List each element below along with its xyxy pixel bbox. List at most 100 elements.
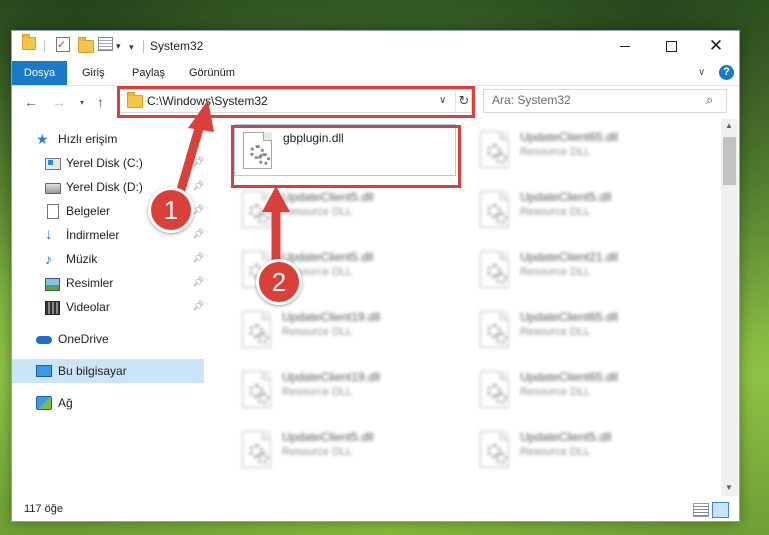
file-tile[interactable]: UpdateClient5.dll Resource DLL [234, 424, 454, 474]
minimize-icon [620, 45, 630, 47]
tab-view[interactable]: Görünüm [189, 61, 235, 85]
status-bar: 117 öğe [12, 498, 739, 521]
computer-icon [36, 364, 52, 378]
file-name: UpdateClient65.dll [520, 130, 619, 144]
expand-ribbon-icon[interactable]: ∨ [698, 67, 705, 78]
dll-file-icon [240, 311, 272, 348]
file-tile[interactable]: UpdateClient65.dll Resource DLL [472, 364, 692, 414]
step-2-badge: 2 [256, 259, 302, 305]
file-tile[interactable]: UpdateClient21.dll Resource DLL [472, 244, 692, 294]
sidebar-item-label: Belgeler [66, 204, 111, 218]
window-title: System32 [150, 39, 204, 53]
file-tile[interactable]: UpdateClient5.dll Resource DLL [472, 184, 692, 234]
sidebar-item-pictures[interactable]: Resimler 📌︎ [12, 271, 205, 295]
navigation-pane: ★ Hızlı erişim Yerel Disk (C:) 📌︎ Yerel … [12, 119, 205, 496]
search-icon[interactable]: ⌕ [706, 92, 713, 108]
dll-file-icon [478, 311, 510, 348]
file-tile[interactable]: UpdateClient19.dll Resource DLL [234, 364, 454, 414]
file-name: UpdateClient21.dll [520, 250, 619, 264]
maximize-icon [665, 40, 677, 52]
file-type: Resource DLL [520, 146, 591, 158]
sidebar-item-label: Ağ [58, 396, 73, 410]
file-name: UpdateClient65.dll [520, 310, 619, 324]
sidebar-item-label: Yerel Disk (C:) [66, 156, 143, 170]
back-arrow-icon[interactable]: ← [24, 94, 38, 110]
file-highlight [231, 125, 461, 188]
tab-home[interactable]: Giriş [82, 61, 105, 85]
file-name: UpdateClient5.dll [282, 190, 374, 204]
dll-file-icon [240, 371, 272, 408]
file-tile[interactable]: UpdateClient19.dll Resource DLL [234, 304, 454, 354]
large-icons-view-icon[interactable] [712, 502, 729, 518]
dll-file-icon [240, 191, 272, 228]
sidebar-item-label: İndirmeler [66, 228, 120, 242]
file-name: UpdateClient5.dll [282, 430, 374, 444]
scrollbar-thumb[interactable] [723, 137, 736, 185]
file-name: UpdateClient5.dll [282, 250, 374, 264]
sidebar-item-drive-c[interactable]: Yerel Disk (C:) 📌︎ [12, 151, 205, 175]
address-bar-highlight [117, 86, 475, 118]
chevron-down-icon[interactable]: ▾ [116, 37, 121, 55]
customize-toolbar-icon[interactable]: ▾ [129, 38, 134, 56]
tab-share[interactable]: Paylaş [132, 61, 165, 85]
music-icon: ♪ [45, 251, 52, 267]
search-input[interactable] [492, 92, 692, 108]
sidebar-item-label: Müzik [66, 252, 98, 266]
file-name: UpdateClient5.dll [520, 190, 612, 204]
sidebar-item-music[interactable]: ♪ Müzik 📌︎ [12, 247, 205, 271]
divider [143, 40, 144, 53]
file-type: Resource DLL [520, 206, 591, 218]
dll-file-icon [478, 431, 510, 468]
properties-check-icon[interactable]: ✓ [56, 37, 70, 52]
forward-arrow-icon[interactable]: → [52, 94, 66, 110]
sidebar-item-label: Bu bilgisayar [58, 364, 127, 378]
tab-file[interactable]: Dosya [12, 61, 67, 85]
file-tile[interactable]: UpdateClient5.dll Resource DLL [234, 184, 454, 234]
up-arrow-icon[interactable]: ↑ [97, 94, 104, 110]
details-view-icon[interactable] [693, 503, 709, 517]
pin-icon[interactable]: 📌︎ [192, 181, 205, 192]
close-button[interactable]: ✕ [693, 31, 739, 61]
documents-icon [45, 204, 59, 219]
file-type: Resource DLL [520, 266, 591, 278]
pin-icon[interactable]: 📌︎ [192, 277, 205, 288]
vertical-scrollbar[interactable]: ▲ ▼ [721, 119, 738, 496]
scroll-up-icon[interactable]: ▲ [725, 121, 733, 130]
step-1-badge: 1 [148, 187, 194, 233]
minimize-button[interactable] [602, 31, 648, 61]
search-box[interactable]: ⌕ [483, 89, 727, 113]
file-type: Resource DLL [282, 326, 353, 338]
file-type: Resource DLL [282, 206, 353, 218]
dll-file-icon [478, 191, 510, 228]
sidebar-item-this-pc[interactable]: Bu bilgisayar [12, 359, 204, 383]
sidebar-item-videos[interactable]: Videolar 📌︎ [12, 295, 205, 319]
pin-icon[interactable]: 📌︎ [192, 157, 205, 168]
sidebar-item-network[interactable]: Ağ [12, 391, 204, 415]
item-count: 117 öğe [24, 503, 63, 515]
cloud-icon [36, 332, 52, 346]
file-name: UpdateClient19.dll [282, 370, 381, 384]
sidebar-item-quick-access[interactable]: ★ Hızlı erişim [12, 127, 204, 151]
recent-locations-icon[interactable]: ▾ [80, 98, 84, 107]
dll-file-icon [478, 371, 510, 408]
help-icon[interactable]: ? [719, 65, 734, 80]
sidebar-item-label: OneDrive [58, 332, 109, 346]
sidebar-item-label: Hızlı erişim [58, 132, 118, 146]
file-type: Resource DLL [520, 386, 591, 398]
file-name: UpdateClient5.dll [520, 430, 612, 444]
file-tile[interactable]: UpdateClient5.dll Resource DLL [472, 424, 692, 474]
dll-file-icon [478, 251, 510, 288]
file-tile[interactable]: UpdateClient65.dll Resource DLL [472, 304, 692, 354]
pin-icon[interactable]: 📌︎ [192, 229, 205, 240]
sidebar-item-label: Videolar [66, 300, 110, 314]
folder-icon [22, 33, 36, 50]
properties-icon[interactable] [98, 37, 114, 51]
pin-icon[interactable]: 📌︎ [192, 301, 205, 312]
sidebar-item-onedrive[interactable]: OneDrive [12, 327, 204, 351]
new-folder-icon[interactable] [78, 36, 94, 55]
ribbon-tabs: Dosya Giriş Paylaş Görünüm ∨ ? [12, 61, 739, 86]
file-tile[interactable]: UpdateClient65.dll Resource DLL [472, 124, 692, 174]
scroll-down-icon[interactable]: ▼ [725, 483, 733, 492]
pin-icon[interactable]: 📌︎ [192, 253, 205, 264]
maximize-button[interactable] [648, 31, 694, 61]
